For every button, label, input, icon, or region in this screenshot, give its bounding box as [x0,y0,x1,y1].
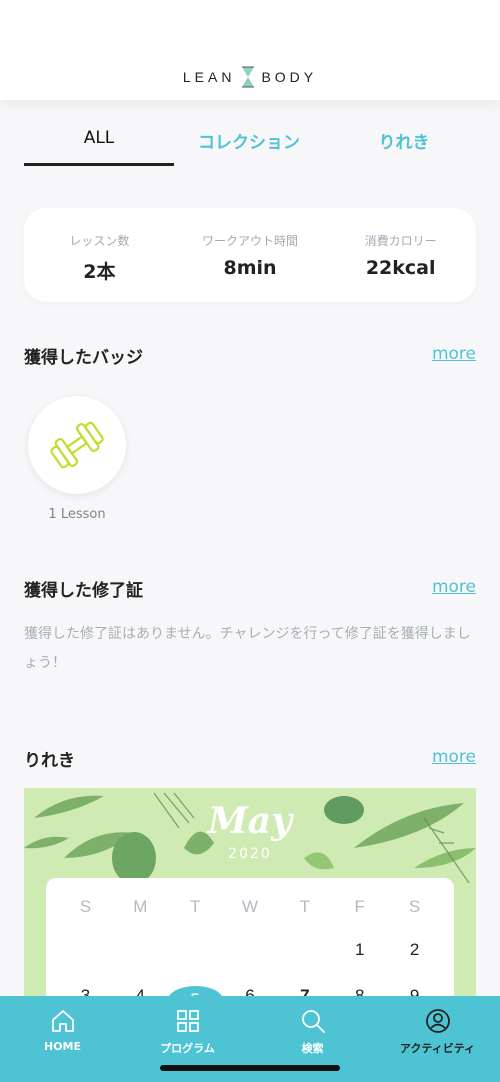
weekday-tue: T [189,897,201,916]
app-header: LEAN BODY [0,0,500,100]
stat-value: 8min [223,257,277,279]
tab-all[interactable]: ALL [24,100,174,166]
stat-value: 2本 [83,261,116,283]
calendar-day [168,940,223,960]
calendar-day[interactable]: 2 [387,940,442,960]
dumbbell-icon [50,421,104,469]
calendar-day [223,940,278,960]
badges-title: 獲得したバッジ [24,348,143,368]
history-title: りれき [24,751,75,771]
stat-label: ワークアウト時間 [202,234,299,248]
tabbar-label: プログラム [160,1042,215,1055]
grid-icon [176,1010,199,1032]
weekday-mon: M [133,897,148,916]
search-icon [301,1010,325,1033]
stat-lessons: レッスン数 2本 [24,208,175,302]
calendar-weekdays: S M T W T F S [58,897,442,917]
brand-right: BODY [261,69,318,85]
tabbar-label: 検索 [301,1042,324,1055]
calendar-day [277,940,332,960]
brand-left: LEAN [182,69,236,85]
certificates-empty-message: 獲得した修了証はありません。チャレンジを行って修了証を獲得しましょう！ [24,626,471,671]
stat-value: 22kcal [365,257,436,279]
stat-calories: 消費カロリー 22kcal [325,208,476,302]
weekday-sat: S [408,897,421,916]
tabbar-label: HOME [43,1040,82,1053]
user-icon [425,1009,450,1033]
calendar-day [58,940,113,960]
tabbar-home[interactable]: HOME [0,996,125,1082]
calendar-month: May [207,800,293,842]
stat-label: 消費カロリー [364,234,437,248]
tabbar-activity[interactable]: アクティビティ [375,996,500,1082]
brand-logo: LEAN BODY [0,66,500,88]
badge-label: 1 Lesson [48,507,106,522]
badges-more-link[interactable]: more [432,344,476,364]
calendar-day[interactable]: 1 [332,940,387,960]
weekday-fri: F [354,897,365,916]
weekday-wed: W [241,897,259,916]
stat-label: レッスン数 [69,234,130,248]
home-indicator [160,1065,340,1071]
stats-card: レッスン数 2本 ワークアウト時間 8min 消費カロリー 22kcal [24,208,476,302]
calendar-week-1: 1 2 [58,940,442,960]
home-icon [51,1010,74,1032]
calendar-year: 2020 [228,846,272,862]
history-more-link[interactable]: more [432,747,476,767]
weekday-sun: S [79,897,92,916]
tab-history[interactable]: りれき [324,100,484,166]
certificates-more-link[interactable]: more [432,577,476,597]
tab-collection[interactable]: コレクション [174,100,324,166]
tabbar-label: アクティビティ [399,1042,476,1055]
calendar-day [113,940,168,960]
top-tabs: ALL コレクション りれき [0,100,500,166]
certificates-title: 獲得した修了証 [24,581,143,601]
hourglass-icon [242,66,255,88]
badge-item[interactable] [28,396,126,494]
weekday-thu: T [299,897,311,916]
stat-workout-time: ワークアウト時間 8min [175,208,326,302]
